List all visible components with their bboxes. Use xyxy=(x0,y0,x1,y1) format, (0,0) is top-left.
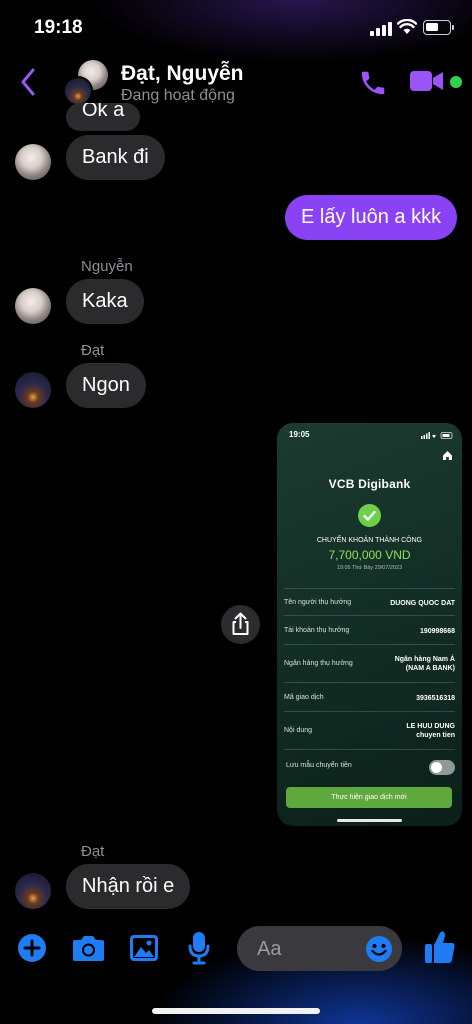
save-template-toggle[interactable] xyxy=(429,760,455,775)
receipt-row-value: 3936516318 xyxy=(416,695,455,702)
phone-call-icon[interactable] xyxy=(358,68,388,98)
transfer-success-title: CHUYỂN KHOẢN THÀNH CÔNG xyxy=(316,537,423,544)
avatar-dat[interactable] xyxy=(15,873,51,909)
composer-bar: Aa xyxy=(0,924,472,974)
message-bubble[interactable]: Bank đi xyxy=(66,135,165,180)
share-icon xyxy=(232,612,249,635)
message-bubble[interactable]: Ngon xyxy=(66,363,146,408)
message-text: Kaka xyxy=(82,290,128,312)
video-call-icon[interactable] xyxy=(410,69,444,93)
online-indicator xyxy=(450,76,462,88)
battery-icon xyxy=(423,20,451,35)
transfer-amount: 7,700,000 VND xyxy=(328,548,411,562)
battery-tip xyxy=(452,25,454,30)
receipt-row-value: 190998668 xyxy=(419,628,455,635)
receipt-row-label: Tài khoản thụ hưởng xyxy=(284,627,350,634)
receipt-row: Ngân hàng thụ hưởng Ngân hàng Nam Á (NAM… xyxy=(284,644,455,682)
message-text: Ngon xyxy=(82,374,130,396)
receipt-row-label: Tên người thụ hưởng xyxy=(284,599,352,606)
receipt-row: Tên người thụ hưởng DUONG QUOC DAT xyxy=(284,588,455,615)
sender-name: Đạt xyxy=(81,342,105,359)
receipt-row-value: Ngân hàng Nam Á (NAM A BANK) xyxy=(394,656,455,672)
sender-name: Nguyễn xyxy=(81,258,133,275)
camera-icon[interactable] xyxy=(72,934,105,962)
message-text: Ok a xyxy=(82,103,125,121)
share-button[interactable] xyxy=(221,605,260,644)
receipt-row-label: Nội dung xyxy=(284,727,313,734)
message-input-placeholder: Aa xyxy=(257,938,282,960)
receipt-row-label: Lưu mẫu chuyển tiền xyxy=(286,762,352,769)
avatar-dat[interactable] xyxy=(15,372,51,408)
message-bubble[interactable]: Nhận rồi e xyxy=(66,864,191,909)
transfer-date: 19:05 Thứ Bảy 29/07/2023 xyxy=(336,565,403,571)
status-time: 19:18 xyxy=(34,17,83,38)
home-indicator[interactable] xyxy=(152,1008,320,1014)
message-bubble[interactable]: Kaka xyxy=(66,279,144,324)
receipt-row-label: Ngân hàng thụ hưởng xyxy=(284,660,353,667)
receipt-home-indicator xyxy=(337,819,402,822)
sender-name: Đạt xyxy=(81,843,105,860)
plus-icon[interactable] xyxy=(17,933,47,963)
message-text: Bank đi xyxy=(82,146,149,168)
avatar-nguyen[interactable] xyxy=(15,144,51,180)
bank-logo: VCB Digibank xyxy=(328,477,411,491)
group-avatar-dat[interactable] xyxy=(63,76,93,106)
gallery-icon[interactable] xyxy=(129,934,159,962)
emoji-icon[interactable] xyxy=(365,935,393,963)
receipt-row-label: Mã giao dịch xyxy=(284,694,324,701)
signal-icon xyxy=(370,22,392,36)
receipt-row: Tài khoản thụ hưởng 190998668 xyxy=(284,615,455,644)
thumbs-up-icon[interactable] xyxy=(424,930,456,964)
microphone-icon[interactable] xyxy=(188,931,210,965)
receipt-row: Mã giao dịch 3936516318 xyxy=(284,682,455,711)
message-input[interactable]: Aa xyxy=(237,926,402,971)
wifi-icon xyxy=(397,19,417,34)
status-bar: 19:18 xyxy=(0,0,472,54)
home-icon[interactable] xyxy=(442,450,453,461)
chat-title[interactable]: Đạt, Nguyễn xyxy=(121,62,244,86)
message-bubble-partial[interactable]: Ok a xyxy=(66,103,141,131)
receipt-row-value: LE HUU DUNG chuyen tien xyxy=(406,723,455,739)
message-text: Nhận rồi e xyxy=(82,875,175,897)
success-check-icon xyxy=(358,504,381,527)
active-status: Đang hoạt động xyxy=(121,87,235,104)
new-transaction-button[interactable]: Thực hiện giao dịch mới xyxy=(286,787,452,808)
receipt-row: Nội dung LE HUU DUNG chuyen tien xyxy=(284,711,455,749)
receipt-row-value: DUONG QUOC DAT xyxy=(390,600,455,607)
receipt-row: Lưu mẫu chuyển tiền xyxy=(284,749,455,781)
bank-receipt-image[interactable]: 19:05 VCB Digibank CHUYỂN KHOẢN THÀNH CÔ… xyxy=(277,423,462,826)
receipt-status-icons xyxy=(421,432,453,439)
receipt-status-time: 19:05 xyxy=(289,430,310,439)
message-bubble-outgoing[interactable]: E lấy luôn a kkk xyxy=(285,195,458,240)
message-text: E lấy luôn a kkk xyxy=(301,206,442,228)
chat-header: Đạt, Nguyễn Đang hoạt động xyxy=(0,54,472,112)
avatar-nguyen[interactable] xyxy=(15,288,51,324)
back-icon[interactable] xyxy=(20,68,36,96)
